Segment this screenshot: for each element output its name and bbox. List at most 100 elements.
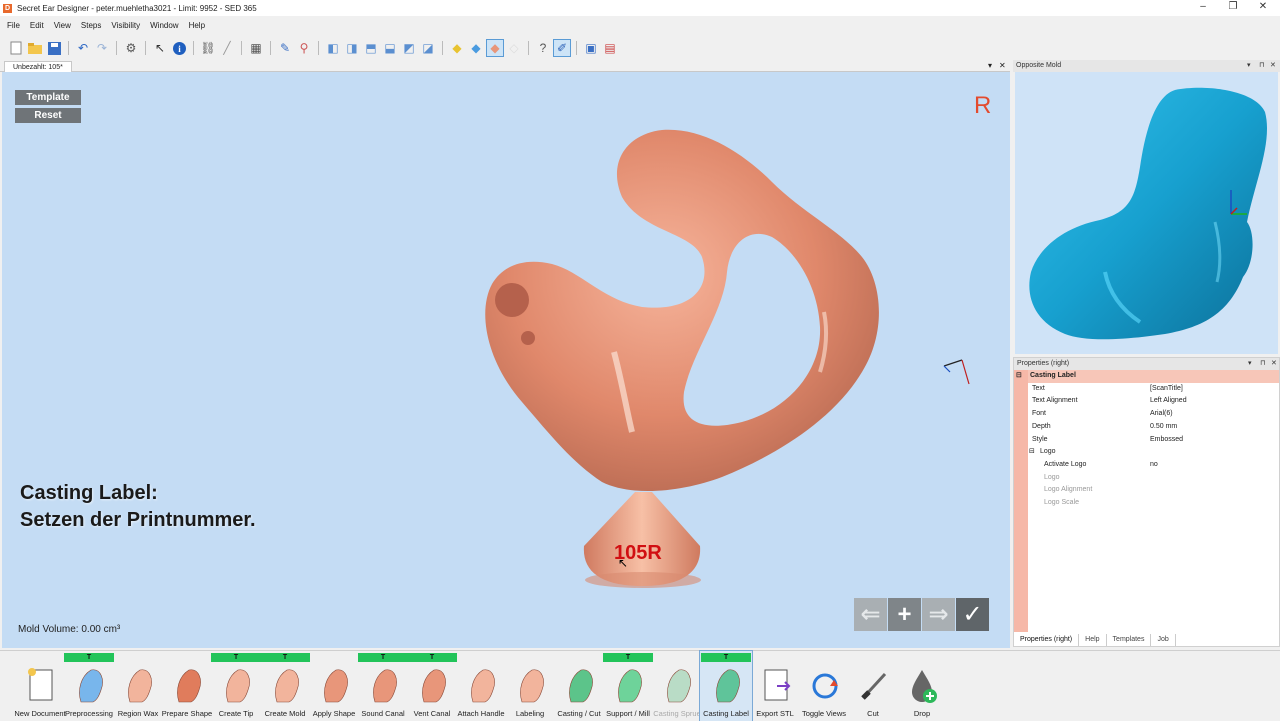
attach-handle-icon [467,666,497,704]
mold-volume-readout: Mold Volume: 0.00 cm³ [18,624,121,635]
property-value[interactable]: no [1150,459,1158,472]
menu-visibility[interactable]: Visibility [111,19,140,33]
labeling-icon [516,666,546,704]
add-plus-icon[interactable]: + [888,598,921,631]
tab-help[interactable]: Help [1079,634,1107,646]
link-icon[interactable]: ⛓ [200,40,216,56]
menu-edit[interactable]: Edit [30,19,44,33]
tab-close-icon[interactable]: ✕ [999,60,1006,72]
toolbar-divider [442,41,443,55]
view-bottom-icon[interactable]: ⬓ [382,40,398,56]
property-category[interactable]: Casting Label ⊟ [1016,370,1279,383]
menu-view[interactable]: View [54,19,71,33]
property-value[interactable]: Arial(6) [1150,408,1173,421]
property-row[interactable]: Logo Scale [1028,497,1279,510]
properties-title: Properties (right) [1017,360,1070,367]
properties-panel: Properties (right) ▾ ⊓ ✕ Casting Label ⊟ T… [1013,357,1280,647]
panel-pin-icon[interactable]: ⊓ [1260,358,1265,370]
tab-dropdown-icon[interactable]: ▾ [988,60,992,72]
property-row[interactable]: Text Alignment Left Aligned [1028,395,1279,408]
viewport-3d[interactable]: Template Reset R 105R ↖ Casting Label: S… [2,72,1010,648]
property-key: Text Alignment [1032,397,1078,405]
menu-file[interactable]: File [7,19,20,33]
property-value[interactable]: 0.50 mm [1150,421,1177,434]
property-key: Logo [1040,448,1056,456]
toolbar-divider [193,41,194,55]
blue-shape-icon[interactable]: ◆ [468,40,484,56]
previous-arrow-icon[interactable]: ⇐ [854,598,887,631]
menu-window[interactable]: Window [150,19,178,33]
collapse-toggle-icon[interactable]: ⊟ [1029,446,1035,459]
inspect-icon[interactable]: ⚲ [296,40,312,56]
toolbar-divider [318,41,319,55]
panel-pin-icon[interactable]: ⊓ [1259,60,1264,72]
panel-dropdown-icon[interactable]: ▾ [1247,60,1251,72]
gear-icon[interactable]: ⚙ [123,40,139,56]
monitor-remove-icon[interactable]: ▤ [602,40,618,56]
close-window-button[interactable]: ✕ [1248,0,1278,16]
template-marker: T [358,653,408,662]
property-key: Logo Alignment [1044,486,1093,494]
tab-properties[interactable]: Properties (right) [1014,634,1080,646]
property-row[interactable]: Activate Logo no [1028,459,1279,472]
monitor-icon[interactable]: ▣ [583,40,599,56]
step-drop[interactable]: Drop [896,651,948,721]
measure-icon[interactable]: ╱ [219,40,235,56]
property-row[interactable]: Font Arial(6) [1028,408,1279,421]
document-tab[interactable]: Unbezahlt: 105* [4,61,72,72]
toolbar-divider [68,41,69,55]
document-tab-bar: Unbezahlt: 105* ▾ ✕ [0,60,1010,72]
property-row[interactable]: Text [ScanTitle] [1028,383,1279,396]
view-back-icon[interactable]: ◨ [344,40,360,56]
property-row[interactable]: Depth 0.50 mm [1028,421,1279,434]
collapse-toggle-icon[interactable]: ⊟ [1016,370,1022,383]
property-value[interactable]: [ScanTitle] [1150,383,1183,396]
property-row[interactable]: Style Embossed [1028,434,1279,447]
tutorial-caption: Casting Label: Setzen der Printnummer. [20,480,256,534]
grid-icon[interactable]: ▦ [248,40,264,56]
property-row[interactable]: Logo Alignment [1028,484,1279,497]
casting-sprue-icon [663,666,693,704]
opposite-mold-view[interactable] [1015,72,1278,354]
mold-model[interactable] [2,72,1010,648]
ghost-shape-icon[interactable]: ◇ [506,40,522,56]
ruler-icon[interactable]: ✎ [277,40,293,56]
panel-dropdown-icon[interactable]: ▾ [1248,358,1252,370]
create-mold-icon [271,666,301,704]
view-top-icon[interactable]: ⬒ [363,40,379,56]
open-folder-icon[interactable] [27,40,43,56]
info-icon[interactable]: i [171,40,187,56]
template-marker: T [701,653,751,662]
panel-close-icon[interactable]: ✕ [1271,358,1277,370]
mold-shape-icon[interactable]: ◆ [486,39,504,57]
new-file-icon[interactable] [8,40,24,56]
step-label: Drop [913,709,931,718]
tab-job[interactable]: Job [1151,634,1176,646]
next-arrow-icon[interactable]: ⇒ [922,598,955,631]
confirm-check-icon[interactable]: ✓ [956,598,989,631]
property-category[interactable]: Logo ⊟ [1028,446,1279,459]
property-value[interactable]: Embossed [1150,434,1183,447]
template-marker: T [260,653,310,662]
tool-brush-icon[interactable]: ✐ [553,39,571,57]
minimize-button[interactable]: – [1188,0,1218,16]
property-value[interactable]: Left Aligned [1150,395,1187,408]
panel-close-icon[interactable]: ✕ [1270,60,1276,72]
view-right-icon[interactable]: ◪ [420,40,436,56]
redo-icon[interactable]: ↷ [94,40,110,56]
region-wax-icon [124,666,154,704]
save-icon[interactable] [46,40,62,56]
caption-line-1: Casting Label: [20,482,158,504]
undo-icon[interactable]: ↶ [75,40,91,56]
ear-icon[interactable]: ? [535,40,551,56]
pointer-icon[interactable]: ↖ [152,40,168,56]
view-front-icon[interactable]: ◧ [325,40,341,56]
menu-steps[interactable]: Steps [81,19,101,33]
menu-help[interactable]: Help [189,19,205,33]
caption-line-2: Setzen der Printnummer. [20,509,256,531]
tab-templates[interactable]: Templates [1107,634,1152,646]
view-left-icon[interactable]: ◩ [401,40,417,56]
maximize-button[interactable]: ❐ [1218,0,1248,16]
yellow-shape-icon[interactable]: ◆ [449,40,465,56]
property-row[interactable]: Logo [1028,472,1279,485]
